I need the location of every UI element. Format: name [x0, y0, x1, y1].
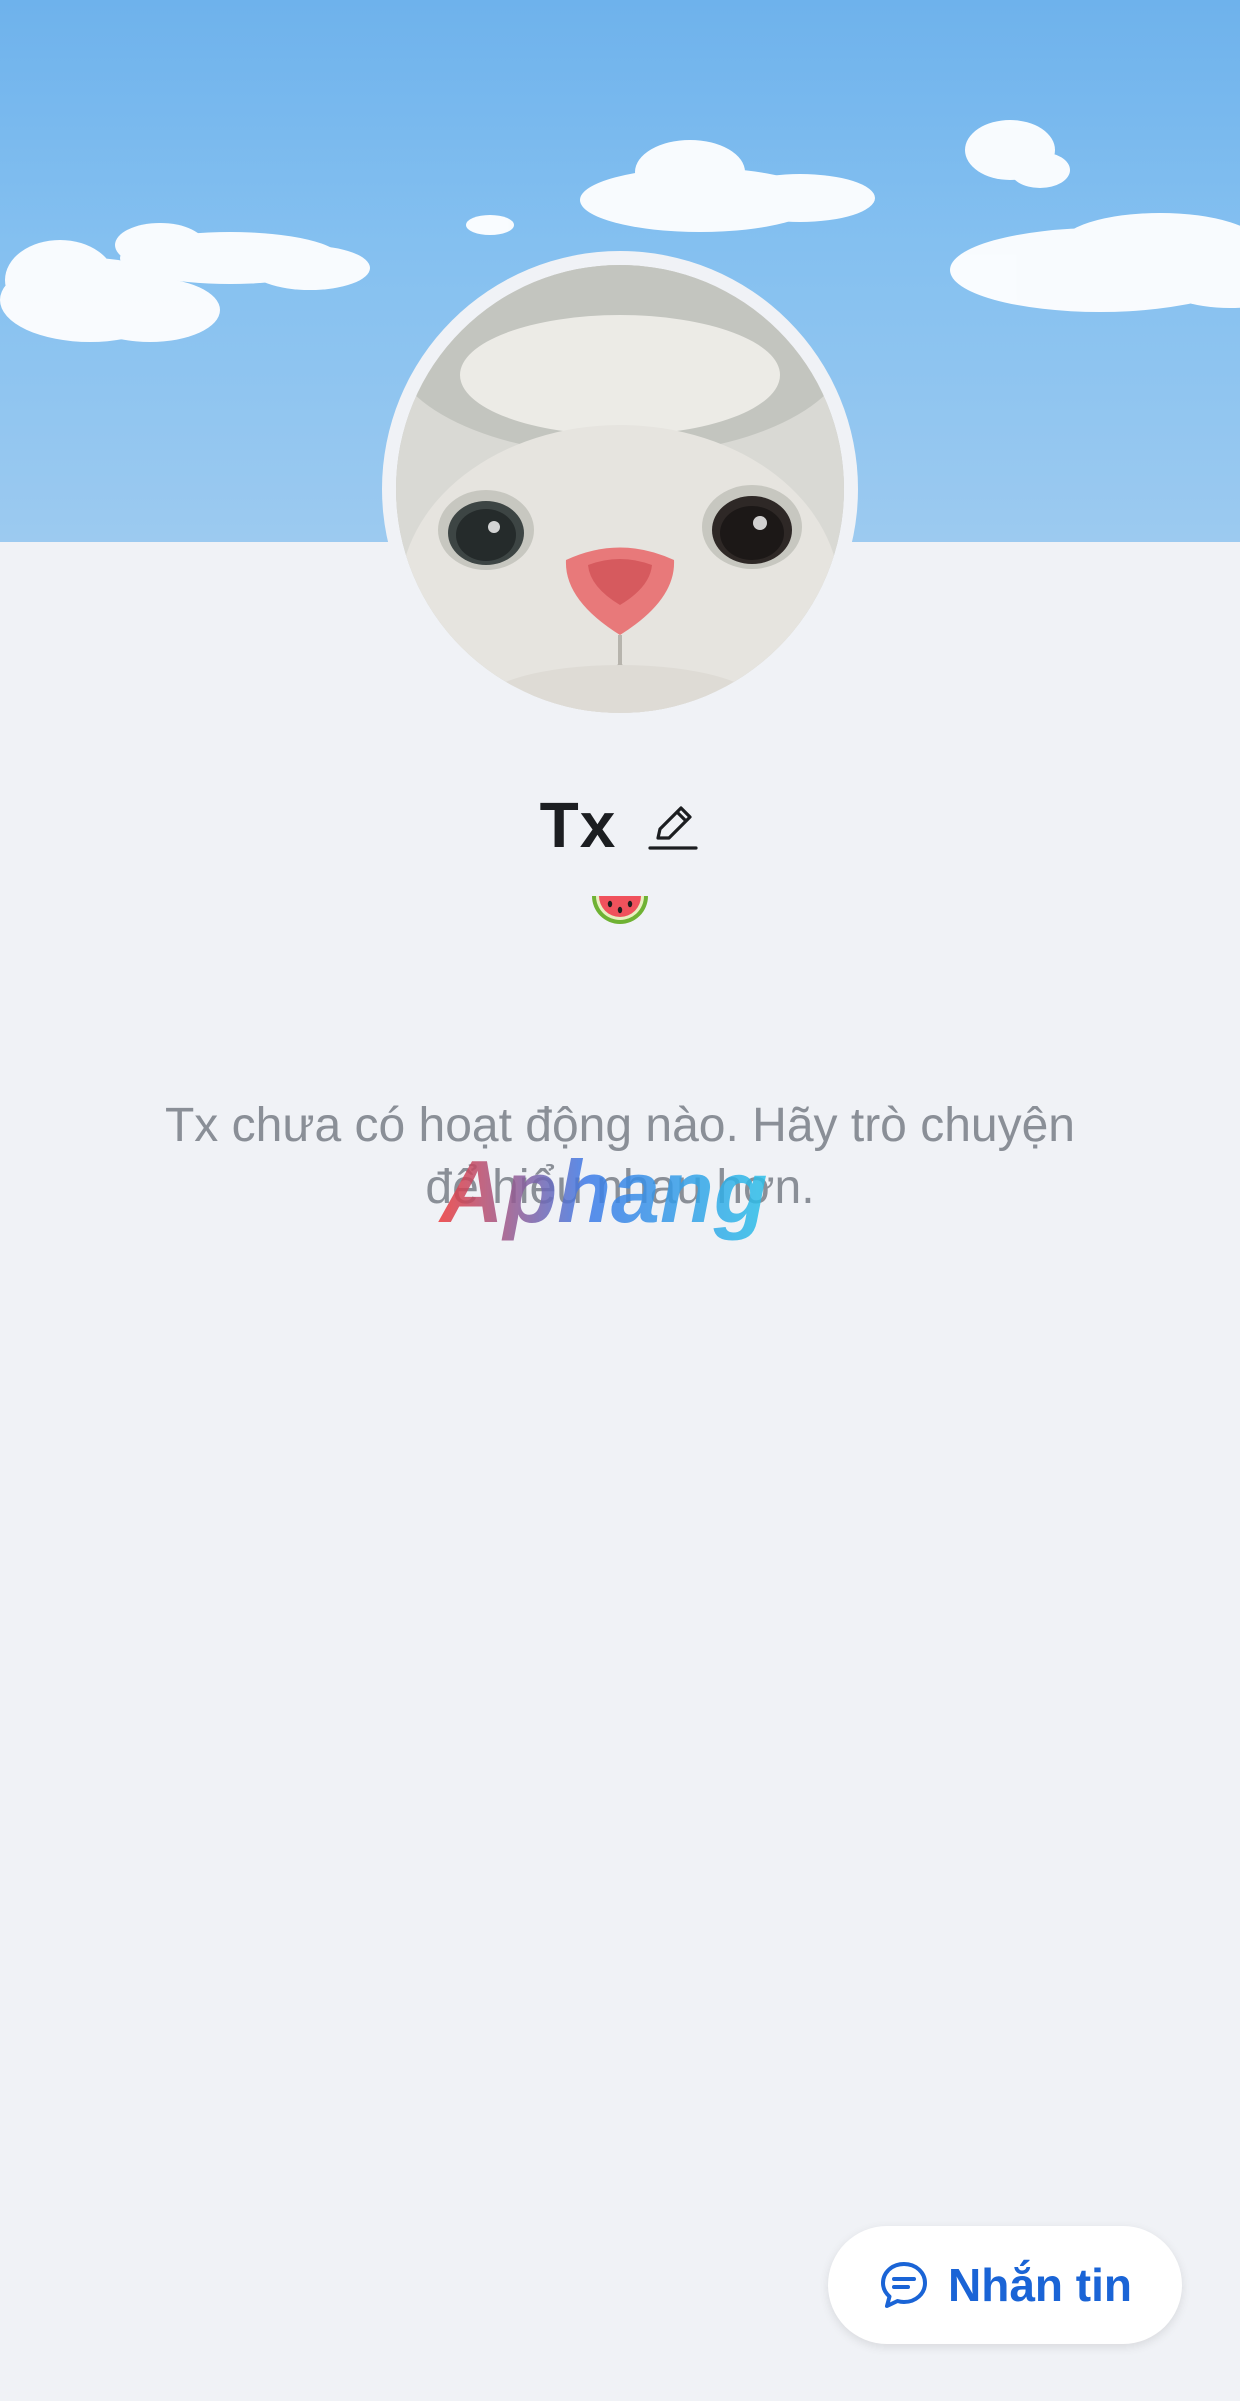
message-button[interactable]: Nhắn tin — [828, 2226, 1182, 2344]
avatar[interactable] — [396, 265, 844, 713]
message-button-label: Nhắn tin — [948, 2259, 1132, 2311]
profile-name-row: Tx — [0, 780, 1240, 870]
watermelon-icon — [592, 896, 648, 924]
chat-bubble-icon — [881, 2262, 927, 2308]
profile-page: Tx Tx chưa có hoạt động nào. Hãy trò chu… — [0, 0, 1240, 2401]
empty-activity-message: Tx chưa có hoạt động nào. Hãy trò chuyện… — [164, 1099, 1075, 1214]
pencil-icon[interactable] — [646, 798, 700, 852]
profile-name: Tx — [539, 789, 617, 861]
cat-face-image — [396, 265, 844, 713]
